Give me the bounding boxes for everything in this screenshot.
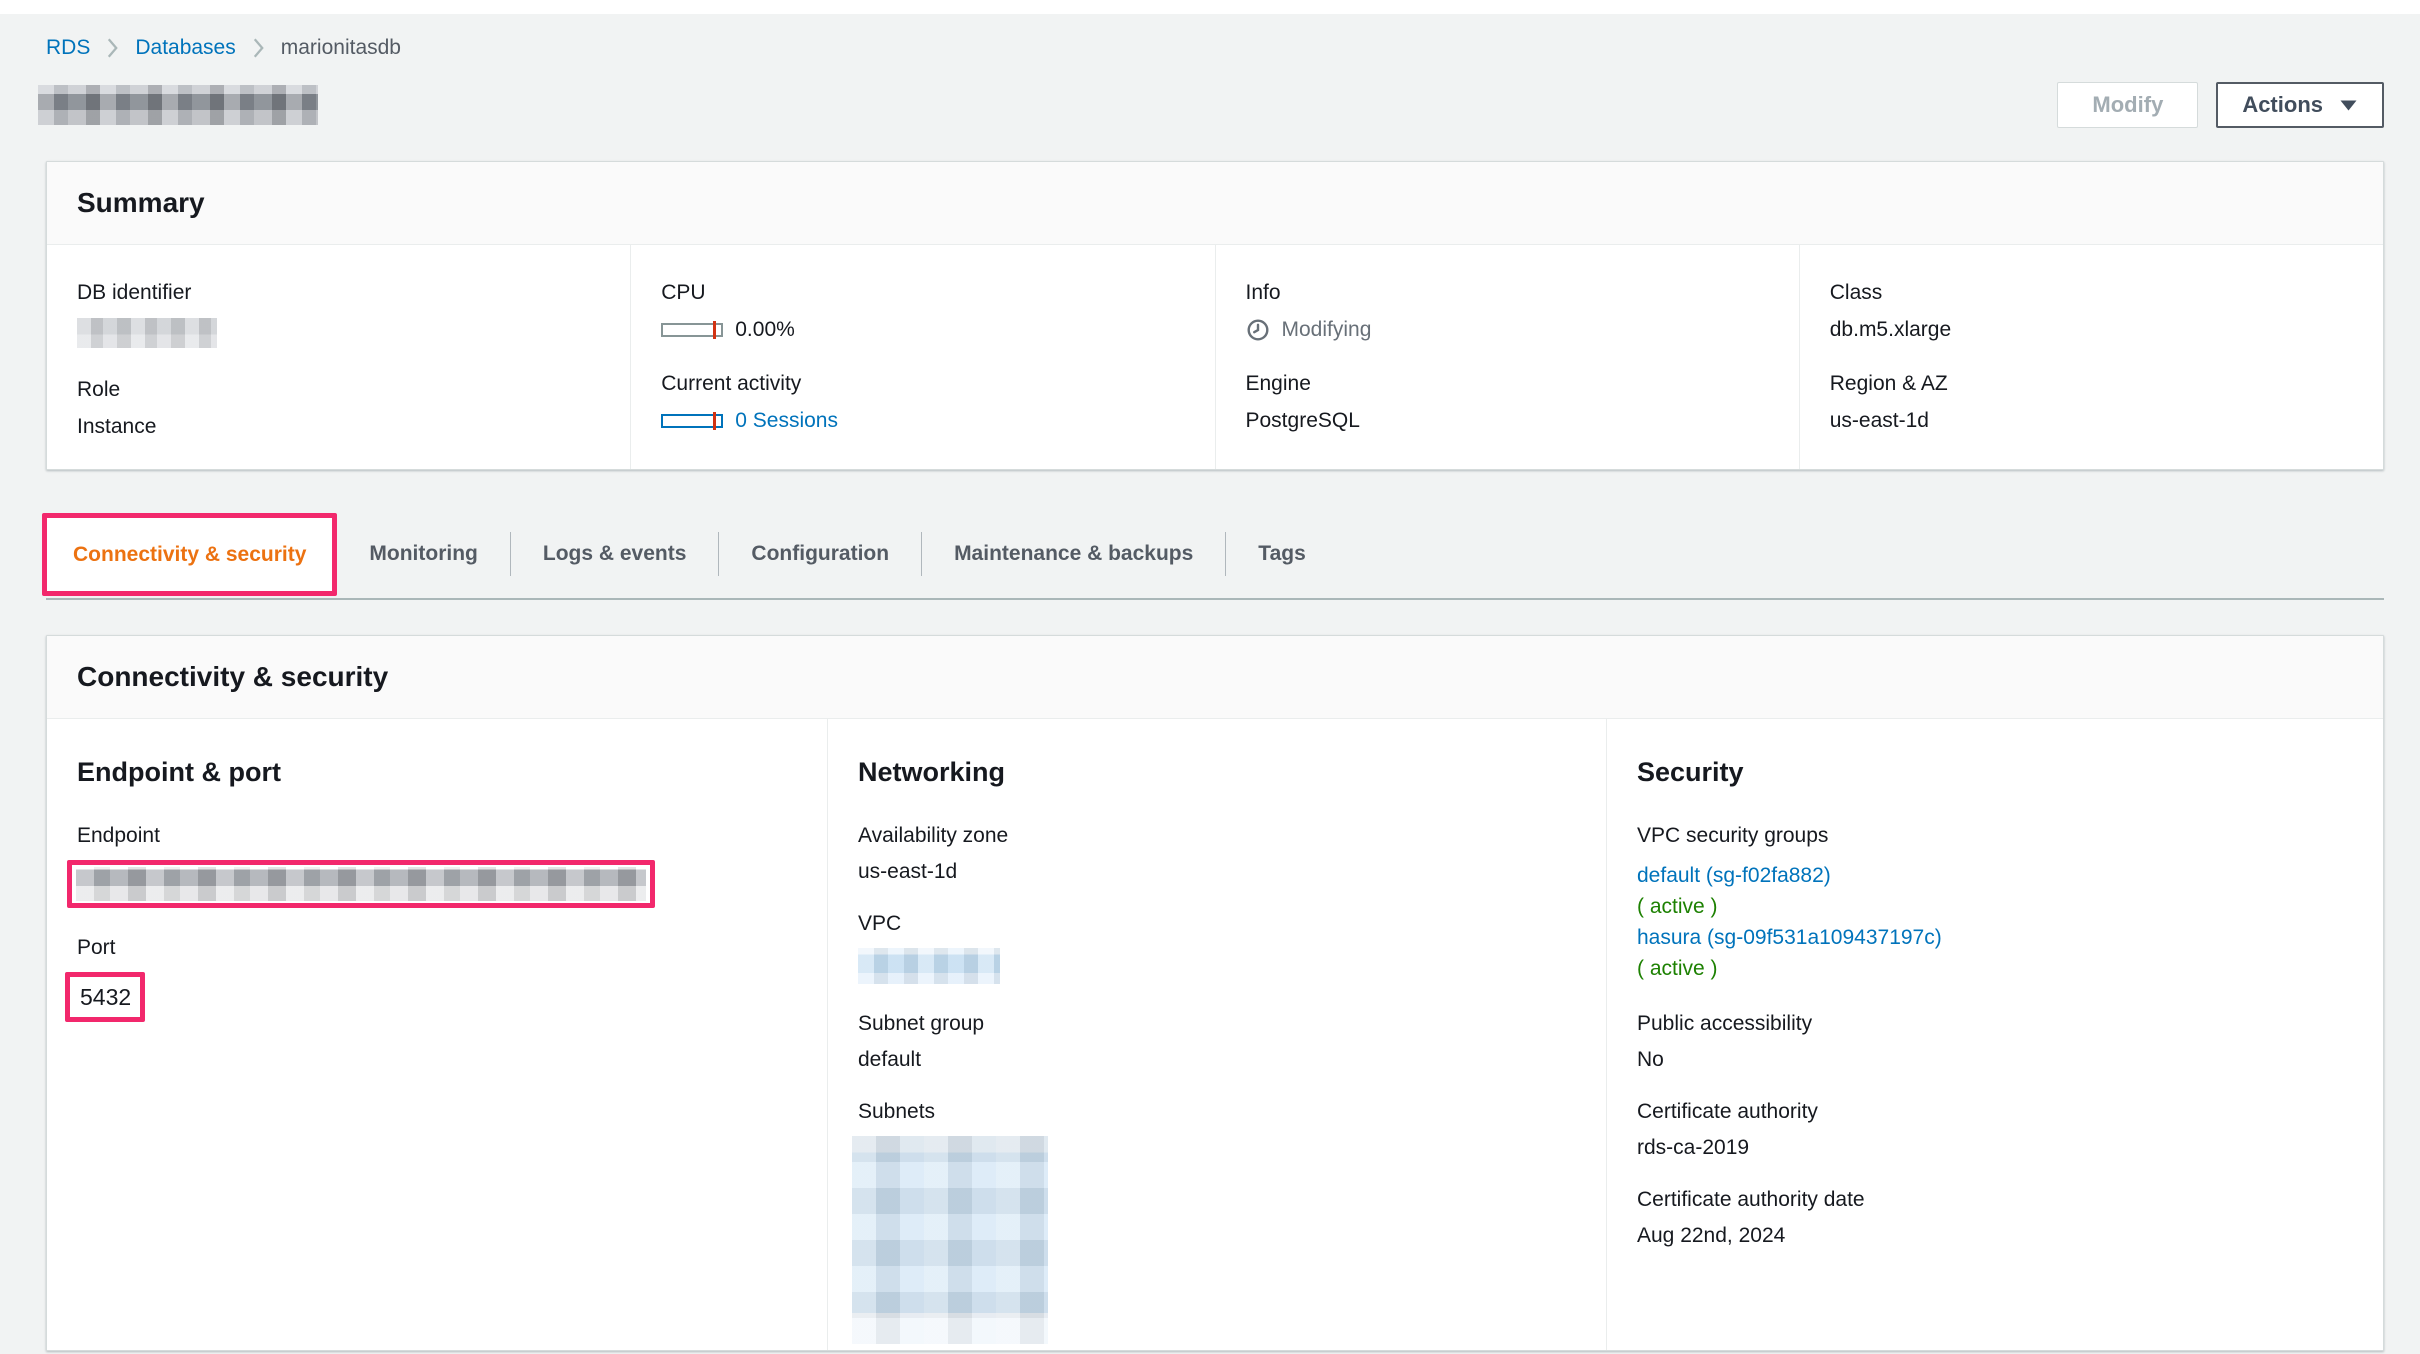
connectivity-title: Connectivity & security (77, 661, 389, 692)
security-group-link[interactable]: default (sg-f02fa882) (1637, 864, 1831, 887)
annotation-box-endpoint (67, 860, 655, 908)
summary-panel: Summary DB identifier Role Instance CPU (46, 161, 2384, 470)
port-label: Port (77, 936, 116, 959)
availability-zone-label: Availability zone (858, 824, 1009, 847)
summary-title: Summary (77, 187, 205, 218)
summary-col-identifier: DB identifier Role Instance (47, 245, 630, 469)
certificate-authority-value: rds-ca-2019 (1637, 1136, 1750, 1159)
endpoint-value-redacted (76, 867, 646, 901)
subnets-list-redacted (852, 1136, 1048, 1344)
title-row: Modify Actions (38, 82, 2384, 128)
security-title: Security (1637, 757, 1744, 787)
actions-button[interactable]: Actions (2216, 82, 2384, 128)
endpoint-label: Endpoint (77, 824, 160, 847)
role-value: Instance (77, 415, 157, 438)
connectivity-security-panel: Connectivity & security Endpoint & port … (46, 635, 2384, 1351)
annotation-box-port: 5432 (65, 972, 145, 1022)
tab-logs-events[interactable]: Logs & events (511, 542, 719, 566)
subnet-group-label: Subnet group (858, 1012, 985, 1035)
tab-configuration[interactable]: Configuration (719, 542, 921, 566)
info-status-value: Modifying (1281, 318, 1372, 341)
vpc-value-redacted (858, 948, 1000, 984)
summary-header: Summary (47, 162, 2383, 245)
certificate-authority-label: Certificate authority (1637, 1100, 1818, 1123)
class-label: Class (1829, 281, 1883, 304)
breadcrumb: RDS Databases marionitasdb (46, 36, 2384, 60)
security-column: Security VPC security groups default (sg… (1606, 719, 2383, 1350)
cpu-meter-tick (713, 321, 717, 339)
public-accessibility-label: Public accessibility (1637, 1012, 1813, 1035)
header-actions: Modify Actions (2057, 82, 2384, 128)
endpoint-port-column: Endpoint & port Endpoint Port 5432 (47, 719, 827, 1350)
region-az-label: Region & AZ (1829, 372, 1948, 395)
summary-body: DB identifier Role Instance CPU 0.00% Cu… (47, 245, 2383, 469)
role-label: Role (77, 378, 121, 401)
engine-value: PostgreSQL (1245, 409, 1360, 432)
region-az-value: us-east-1d (1829, 409, 1929, 432)
top-strip (0, 0, 2420, 14)
security-group-status: ( active ) (1637, 957, 1718, 980)
security-group-link[interactable]: hasura (sg-09f531a109437197c) (1637, 926, 1942, 949)
detail-tabs: Connectivity & security Monitoring Logs … (42, 510, 2384, 600)
availability-zone-value: us-east-1d (858, 860, 958, 883)
modify-button[interactable]: Modify (2057, 82, 2199, 128)
summary-col-info: Info Modifying Engine PostgreSQL (1214, 245, 1799, 469)
connectivity-body: Endpoint & port Endpoint Port 5432 Netwo… (47, 719, 2383, 1350)
db-identifier-redacted (77, 318, 217, 348)
db-identifier-label: DB identifier (77, 281, 192, 304)
networking-column: Networking Availability zone us-east-1d … (827, 719, 1606, 1350)
actions-button-label: Actions (2242, 92, 2323, 117)
networking-title: Networking (858, 757, 1006, 787)
security-group-status: ( active ) (1637, 895, 1718, 918)
info-label: Info (1245, 281, 1281, 304)
subnet-group-value: default (858, 1048, 922, 1071)
summary-col-class: Class db.m5.xlarge Region & AZ us-east-1… (1798, 245, 2383, 469)
breadcrumb-chevron-icon (252, 38, 265, 58)
engine-label: Engine (1245, 372, 1311, 395)
tab-monitoring[interactable]: Monitoring (337, 542, 509, 566)
db-name-redacted (38, 85, 318, 125)
activity-meter (661, 412, 724, 430)
breadcrumb-link-rds[interactable]: RDS (46, 36, 90, 60)
certificate-authority-date-value: Aug 22nd, 2024 (1637, 1224, 1786, 1247)
vpc-label: VPC (858, 912, 902, 935)
cpu-value: 0.00% (735, 318, 795, 341)
pending-clock-icon (1246, 319, 1269, 341)
current-activity-label: Current activity (661, 372, 802, 395)
tab-tags[interactable]: Tags (1226, 542, 1337, 566)
subnets-label: Subnets (858, 1100, 936, 1123)
page-content: RDS Databases marionitasdb Modify Action… (0, 14, 2420, 1351)
summary-col-cpu: CPU 0.00% Current activity 0 Sessions (630, 245, 1214, 469)
cpu-meter (661, 321, 724, 339)
endpoint-port-title: Endpoint & port (77, 757, 281, 787)
annotation-box-active-tab: Connectivity & security (42, 513, 338, 596)
connectivity-header: Connectivity & security (47, 636, 2383, 719)
activity-meter-tick (713, 412, 717, 430)
breadcrumb-current: marionitasdb (280, 36, 401, 59)
vpc-security-groups-label: VPC security groups (1637, 824, 1829, 847)
certificate-authority-date-label: Certificate authority date (1637, 1188, 1865, 1211)
class-value: db.m5.xlarge (1829, 318, 1952, 341)
breadcrumb-chevron-icon (106, 38, 119, 58)
port-value: 5432 (80, 983, 132, 1010)
tab-maintenance-backups[interactable]: Maintenance & backups (922, 542, 1225, 566)
public-accessibility-value: No (1637, 1048, 1664, 1071)
tab-connectivity-security[interactable]: Connectivity & security (69, 543, 310, 567)
breadcrumb-link-databases[interactable]: Databases (135, 36, 235, 60)
caret-down-icon (2340, 100, 2357, 110)
cpu-label: CPU (661, 281, 706, 304)
sessions-link[interactable]: 0 Sessions (735, 409, 838, 433)
